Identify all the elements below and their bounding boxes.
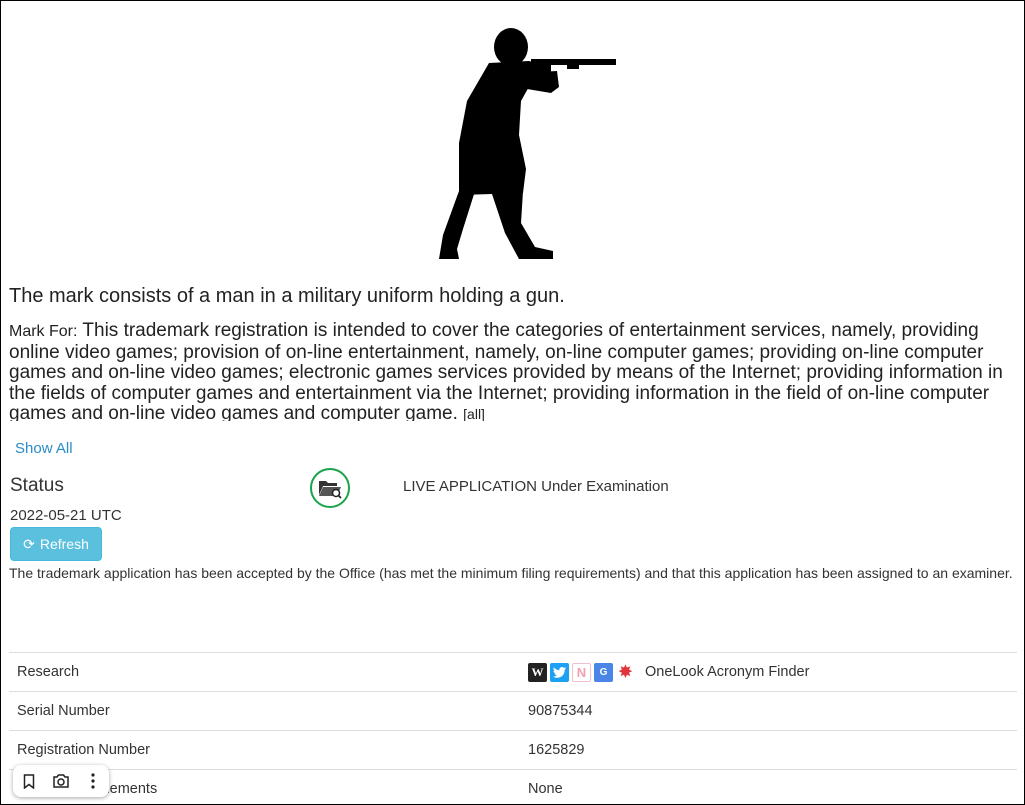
wikipedia-icon[interactable]: W [528, 662, 547, 682]
mark-for-label: Mark For: [9, 323, 78, 340]
table-row: Registration Number 1625829 [9, 730, 1017, 770]
onelook-icon[interactable]: ✸ [616, 663, 635, 682]
status-heading: Status [10, 475, 64, 496]
folder-search-icon [310, 468, 350, 508]
more-options-icon[interactable] [81, 769, 105, 793]
refresh-button[interactable]: ⟳ Refresh [10, 527, 102, 561]
bookmark-icon[interactable] [17, 769, 41, 793]
all-link[interactable]: [all] [463, 406, 485, 421]
refresh-icon: ⟳ [23, 535, 35, 552]
camera-search-icon[interactable] [49, 769, 73, 793]
news-icon[interactable]: N [572, 662, 591, 682]
table-row: Mark Literal Elements None [9, 769, 1017, 804]
status-text: LIVE APPLICATION Under Examination [403, 478, 669, 495]
research-links[interactable]: OneLook Acronym Finder [645, 664, 809, 680]
refresh-label: Refresh [39, 536, 89, 552]
row-value: 90875344 [520, 691, 1017, 731]
floating-toolbar [13, 765, 109, 797]
research-cell: W N G ✸ OneLook Acronym Finder [520, 652, 1017, 692]
mark-description: The mark consists of a man in a military… [9, 285, 565, 307]
row-value: None [520, 769, 1017, 804]
status-explanation: The trademark application has been accep… [9, 565, 1013, 581]
twitter-icon[interactable] [550, 662, 569, 682]
mark-for-text: This trademark registration is intended … [9, 321, 1003, 421]
mark-for-goods-services: Mark For: This trademark registration is… [9, 321, 1019, 421]
row-key: Serial Number [9, 691, 520, 731]
table-row: Research W N G ✸ OneLook Acronym Finder [9, 652, 1017, 692]
show-all-link[interactable]: Show All [15, 440, 73, 457]
row-key: Research [9, 652, 520, 692]
row-value: 1625829 [520, 730, 1017, 770]
google-translate-icon[interactable]: G [594, 662, 613, 682]
status-date: 2022-05-21 UTC [10, 507, 122, 524]
table-row: Serial Number 90875344 [9, 691, 1017, 731]
page-frame: The mark consists of a man in a military… [0, 0, 1025, 805]
trademark-mark-image [439, 28, 616, 259]
trademark-info-table: Research W N G ✸ OneLook Acronym Finder … [9, 652, 1017, 804]
row-key: Registration Number [9, 730, 520, 770]
